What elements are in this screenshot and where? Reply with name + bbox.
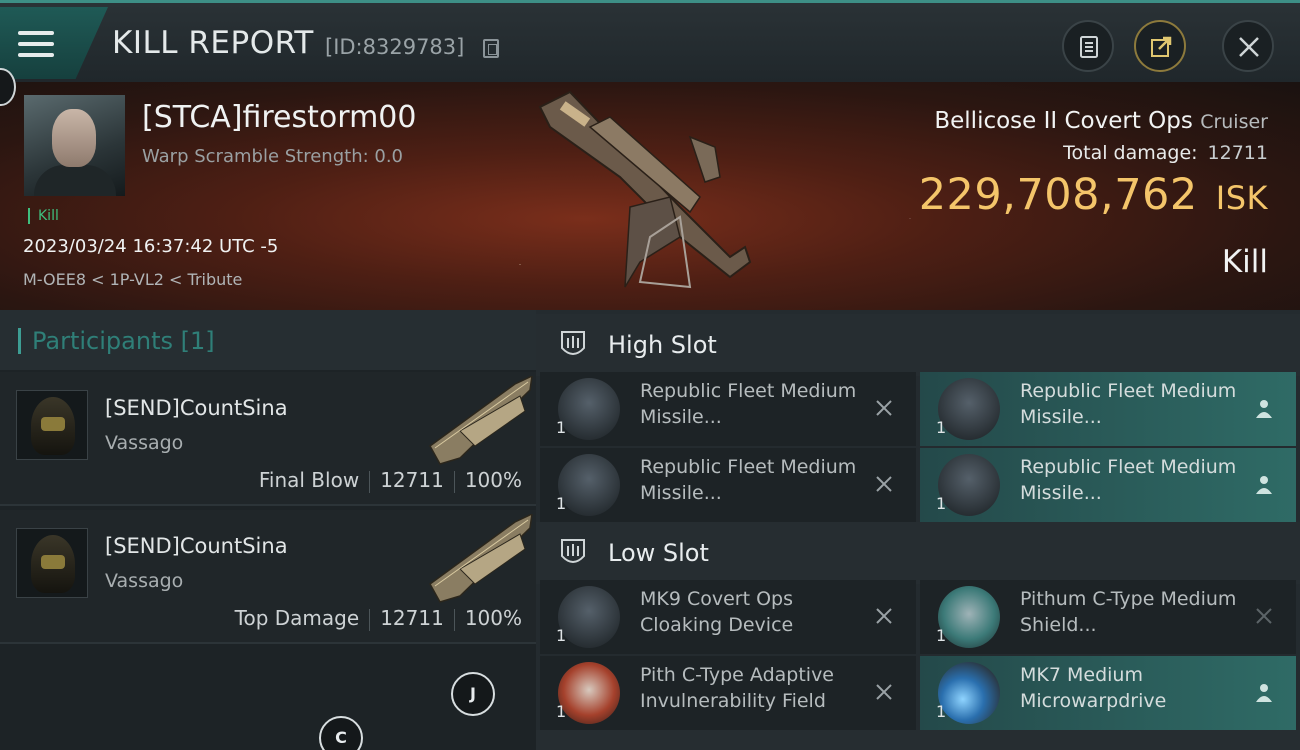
fitting-module[interactable]: 1 Republic Fleet Medium Missile... xyxy=(540,448,916,522)
victim-banner: [STCA]firestorm00 Warp Scramble Strength… xyxy=(0,82,1300,310)
participant-stats: Top Damage 12711 100% xyxy=(235,606,522,631)
module-name: Republic Fleet Medium Missile... xyxy=(1020,456,1237,504)
low-slot-title: Low Slot xyxy=(608,539,709,567)
module-quantity: 1 xyxy=(936,418,947,437)
module-name: Pith C-Type Adaptive Invulnerability Fie… xyxy=(640,664,834,712)
person-icon xyxy=(1256,684,1272,702)
module-quantity: 1 xyxy=(556,494,567,513)
page-title: KILL REPORT xyxy=(112,25,314,61)
participant-name: [SEND]CountSina xyxy=(105,534,288,558)
fitting-module[interactable]: 1 Republic Fleet Medium Missile... xyxy=(920,448,1296,522)
menu-button[interactable] xyxy=(0,7,108,79)
kill-id: [ID:8329783] xyxy=(325,35,465,59)
missile-launcher-icon xyxy=(938,378,1000,440)
fitting-module[interactable]: 1 Pith C-Type Adaptive Invulnerability F… xyxy=(540,656,916,730)
isk-value: 229,708,762 ISK xyxy=(919,170,1268,220)
total-damage-value: 12711 xyxy=(1207,142,1268,164)
module-name: Republic Fleet Medium Missile... xyxy=(640,380,857,428)
participant-percent: 100% xyxy=(464,468,522,492)
total-damage: Total damage: 12711 xyxy=(1063,142,1268,164)
participant-row[interactable]: [SEND]CountSina Vassago Final Blow 12711 1… xyxy=(0,372,536,506)
participant-name: [SEND]CountSina xyxy=(105,396,288,420)
microwarpdrive-icon xyxy=(938,662,1000,724)
person-icon xyxy=(1256,400,1272,418)
close-button[interactable] xyxy=(1222,20,1274,72)
shield-extender-icon xyxy=(938,586,1000,648)
copy-icon[interactable] xyxy=(483,39,499,58)
warp-scramble-strength: Warp Scramble Strength: 0.0 xyxy=(142,146,404,167)
invulnerability-field-icon xyxy=(558,662,620,724)
fitting-module[interactable]: 1 Republic Fleet Medium Missile... xyxy=(920,372,1296,446)
high-slot-title: High Slot xyxy=(608,331,717,359)
kill-location[interactable]: M-OEE8 < 1P-VL2 < Tribute xyxy=(23,270,242,289)
kill-datetime: 2023/03/24 16:37:42 UTC -5 xyxy=(23,236,279,257)
participant-role: Final Blow xyxy=(258,468,360,492)
participant-damage: 12711 xyxy=(380,606,444,630)
module-name: Republic Fleet Medium Missile... xyxy=(1020,380,1237,428)
destroyed-icon xyxy=(876,400,892,416)
victim-ship-name[interactable]: Bellicose II Covert Ops Cruiser xyxy=(934,108,1268,134)
participants-title: Participants [1] xyxy=(32,327,215,355)
module-name: MK9 Covert Ops Cloaking Device xyxy=(640,588,794,636)
isk-amount: 229,708,762 xyxy=(918,170,1198,220)
participant-ship-image xyxy=(429,514,533,603)
missile-launcher-icon xyxy=(558,454,620,516)
victim-name[interactable]: [STCA]firestorm00 xyxy=(142,100,416,135)
participant-row[interactable]: [SEND]CountSina Vassago Top Damage 12711 1… xyxy=(0,510,536,644)
destroyed-icon xyxy=(876,684,892,700)
kill-tag: Kill xyxy=(28,208,59,224)
victim-ship-image xyxy=(538,90,752,289)
share-button[interactable] xyxy=(1134,20,1186,72)
fitting-module[interactable]: 1 MK7 Medium Microwarpdrive xyxy=(920,656,1296,730)
participant-avatar xyxy=(16,390,88,460)
clipboard-button[interactable] xyxy=(1062,20,1114,72)
fitting-module[interactable]: 1 Pithum C-Type Medium Shield... xyxy=(920,580,1296,654)
participant-avatar xyxy=(16,528,88,598)
ship-name-text: Bellicose II Covert Ops xyxy=(934,108,1193,134)
participant-stats: Final Blow 12711 100% xyxy=(259,468,522,493)
module-quantity: 1 xyxy=(556,702,567,721)
destroyed-icon xyxy=(1256,608,1272,624)
high-slot-icon xyxy=(561,331,585,355)
missile-launcher-icon xyxy=(558,378,620,440)
module-quantity: 1 xyxy=(936,494,947,513)
module-name: MK7 Medium Microwarpdrive xyxy=(1020,664,1167,712)
isk-unit: ISK xyxy=(1215,179,1268,217)
low-slot-header: Low Slot xyxy=(536,522,1300,584)
participant-percent: 100% xyxy=(464,606,522,630)
module-quantity: 1 xyxy=(556,626,567,645)
module-quantity: 1 xyxy=(936,626,947,645)
total-damage-label: Total damage: xyxy=(1063,142,1198,164)
share-icon xyxy=(1151,36,1172,57)
destroyed-icon xyxy=(876,608,892,624)
title-bar: KILL REPORT [ID:8329783] xyxy=(0,0,1300,82)
fittings-panel: High Slot 1 Republic Fleet Medium Missil… xyxy=(536,310,1300,750)
close-icon xyxy=(1239,37,1259,57)
fitting-module[interactable]: 1 MK9 Covert Ops Cloaking Device xyxy=(540,580,916,654)
participants-header: Participants [1] xyxy=(0,310,536,370)
next-slot-header xyxy=(536,730,1300,750)
person-icon xyxy=(1256,476,1272,494)
clipboard-icon xyxy=(1080,36,1098,58)
destroyed-icon xyxy=(876,476,892,492)
participant-ship-image xyxy=(429,376,533,465)
participant-damage: 12711 xyxy=(380,468,444,492)
victim-portrait xyxy=(24,95,125,196)
module-quantity: 1 xyxy=(556,418,567,437)
module-name: Republic Fleet Medium Missile... xyxy=(640,456,857,504)
floating-button-j[interactable]: J xyxy=(451,672,495,716)
low-slot-icon xyxy=(561,539,585,563)
ship-class: Cruiser xyxy=(1200,111,1268,133)
fitting-module[interactable]: 1 Republic Fleet Medium Missile... xyxy=(540,372,916,446)
module-quantity: 1 xyxy=(936,702,947,721)
high-slot-header: High Slot xyxy=(536,314,1300,376)
module-name: Pithum C-Type Medium Shield... xyxy=(1020,588,1237,636)
kill-type: Kill xyxy=(1221,244,1268,280)
missile-launcher-icon xyxy=(938,454,1000,516)
participant-role: Top Damage xyxy=(234,606,360,630)
participant-ship: Vassago xyxy=(105,570,184,592)
cloaking-device-icon xyxy=(558,586,620,648)
participant-ship: Vassago xyxy=(105,432,184,454)
hamburger-menu-icon xyxy=(18,31,54,59)
